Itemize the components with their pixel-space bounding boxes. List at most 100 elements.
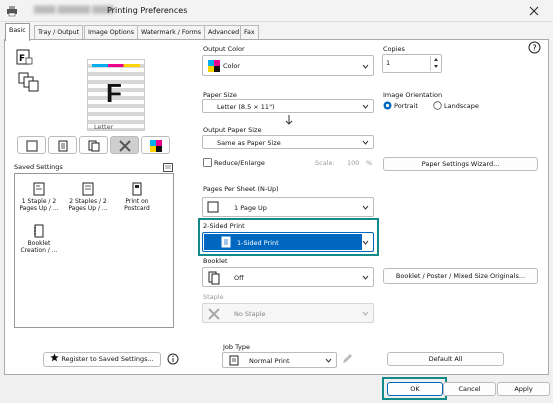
output-color-label: Output Color (203, 45, 245, 53)
tab-bar: Basic Tray / Output Image Options Waterm… (0, 22, 553, 41)
tab-image-options[interactable]: Image Options (84, 25, 139, 40)
arrow-down-icon (285, 115, 293, 125)
cancel-button[interactable]: Cancel (443, 382, 496, 396)
title-bar: ████ ██████ ████ Printing Preferences (0, 0, 553, 22)
color-squares-icon (149, 140, 162, 152)
booklet-off-icon (208, 271, 220, 285)
output-paper-size-select[interactable]: Same as Paper Size (202, 135, 374, 149)
copies-input[interactable]: 1 (382, 54, 442, 73)
apply-button[interactable]: Apply (497, 382, 550, 396)
job-type-select[interactable]: Normal Print (222, 352, 337, 368)
saved-settings-label: Saved Settings (14, 163, 63, 171)
tab-tray-output[interactable]: Tray / Output (34, 25, 84, 40)
staple-label: Staple (203, 293, 224, 301)
help-glyph: ? (532, 44, 536, 53)
paper-letter-glyph: F (106, 78, 122, 108)
view-text-button[interactable] (48, 136, 77, 154)
postcard-icon (132, 182, 142, 196)
output-color-select[interactable]: Color (202, 55, 374, 76)
job-type-label: Job Type (223, 343, 251, 351)
paper-size-select[interactable]: Letter (8.5 × 11") (202, 99, 374, 113)
landscape-radio[interactable]: Landscape (433, 101, 483, 111)
reduce-enlarge-checkbox[interactable]: Reduce/Enlarge (203, 158, 273, 168)
help-icon[interactable]: ? (528, 41, 541, 54)
default-all-button[interactable]: Default All (387, 352, 504, 366)
page-outline-icon (26, 140, 37, 152)
register-button-label: Register to Saved Settings... (61, 355, 154, 363)
pencil-icon[interactable] (341, 353, 353, 365)
booklet-value: Off (234, 274, 244, 282)
paper-size-label: Paper Size (203, 91, 237, 99)
window-title: Printing Preferences (107, 6, 188, 15)
preview-toolbar (14, 136, 174, 156)
output-paper-size-label: Output Paper Size (203, 126, 262, 134)
view-copies-button[interactable] (79, 136, 108, 154)
ok-button[interactable]: OK (387, 382, 443, 396)
image-orientation-label: Image Orientation (383, 91, 443, 99)
chevron-down-icon (362, 275, 369, 280)
close-icon (529, 6, 539, 16)
saved-item-line1: Booklet (27, 240, 51, 247)
booklet-select[interactable]: Off (202, 267, 374, 287)
saved-item-line1: 2 Staples / 2 (69, 198, 107, 205)
view-tools-button[interactable] (110, 136, 139, 154)
staple-page-icon (33, 182, 45, 196)
paper-settings-wizard-button[interactable]: Paper Settings Wizard... (383, 157, 538, 171)
tab-watermark-forms[interactable]: Watermark / Forms (137, 25, 205, 40)
reduce-enlarge-label: Reduce/Enlarge (214, 159, 265, 167)
portrait-radio[interactable]: Portrait (383, 101, 428, 111)
radio-empty-icon (433, 101, 442, 110)
staple-select[interactable]: No Staple (202, 303, 374, 323)
copies-value: 1 (386, 59, 391, 67)
saved-item-line1: 1 Staple / 2 (21, 198, 57, 205)
chevron-down-icon (362, 240, 369, 245)
register-saved-settings-button[interactable]: Register to Saved Settings... (43, 352, 161, 367)
two-sided-select[interactable]: 1-Sided Print (202, 232, 374, 252)
saved-item-line1: Print on (125, 198, 149, 205)
star-icon (50, 353, 59, 362)
booklet-poster-button[interactable]: Booklet / Poster / Mixed Size Originals.… (383, 268, 538, 284)
saved-item-postcard[interactable]: Print on Postcard (115, 182, 159, 212)
landscape-label: Landscape (444, 102, 479, 110)
single-page-icon (207, 201, 219, 213)
saved-item-staples-2[interactable]: 2 Staples / 2 Pages Up / ... (66, 182, 110, 212)
close-button[interactable] (520, 3, 548, 19)
scale-label: Scale: (315, 159, 335, 167)
tab-fax[interactable]: Fax (240, 25, 259, 40)
view-page-button[interactable] (17, 136, 46, 154)
saved-item-line2: Pages Up / ... (19, 205, 59, 212)
saved-settings-list: 1 Staple / 2 Pages Up / ... 2 Staples / … (14, 173, 174, 328)
saved-item-staple-1[interactable]: 1 Staple / 2 Pages Up / ... (17, 182, 61, 212)
output-paper-size-value: Same as Paper Size (217, 139, 281, 147)
document-lines-icon (58, 140, 67, 152)
paper-caption: Letter (94, 123, 114, 131)
title-redacted: ████ ██████ ████ (34, 6, 114, 14)
output-color-value: Color (223, 62, 240, 70)
portrait-label: Portrait (394, 102, 418, 110)
checkbox-empty-icon (203, 158, 212, 167)
tools-icon (118, 140, 131, 152)
pages-per-sheet-value: 1 Page Up (234, 204, 267, 212)
saved-item-booklet[interactable]: Booklet Creation / ... (17, 224, 61, 254)
saved-item-line2: Pages Up / ... (68, 205, 108, 212)
paper-size-value: Letter (8.5 × 11") (217, 103, 275, 111)
radio-selected-icon (383, 101, 392, 110)
tab-basic[interactable]: Basic (5, 23, 30, 41)
copies-stepper[interactable] (430, 56, 440, 71)
print-job-icon (229, 355, 239, 366)
stepper-down-icon[interactable] (431, 63, 441, 70)
chevron-down-icon (325, 358, 332, 363)
chevron-down-icon (362, 64, 369, 69)
two-sided-label: 2-Sided Print (203, 222, 245, 230)
view-color-button[interactable] (141, 136, 170, 154)
preview-area: F F Letter (14, 46, 174, 134)
pages-per-sheet-select[interactable]: 1 Page Up (202, 197, 374, 217)
stepper-up-icon[interactable] (431, 56, 441, 63)
tab-advanced[interactable]: Advanced (204, 25, 244, 40)
chevron-down-icon (362, 104, 369, 109)
saved-settings-menu-icon[interactable] (163, 163, 173, 172)
collate-icon (18, 72, 39, 92)
info-icon[interactable] (167, 353, 179, 365)
two-sided-value: 1-Sided Print (237, 239, 279, 247)
one-sided-page-icon (221, 236, 231, 248)
